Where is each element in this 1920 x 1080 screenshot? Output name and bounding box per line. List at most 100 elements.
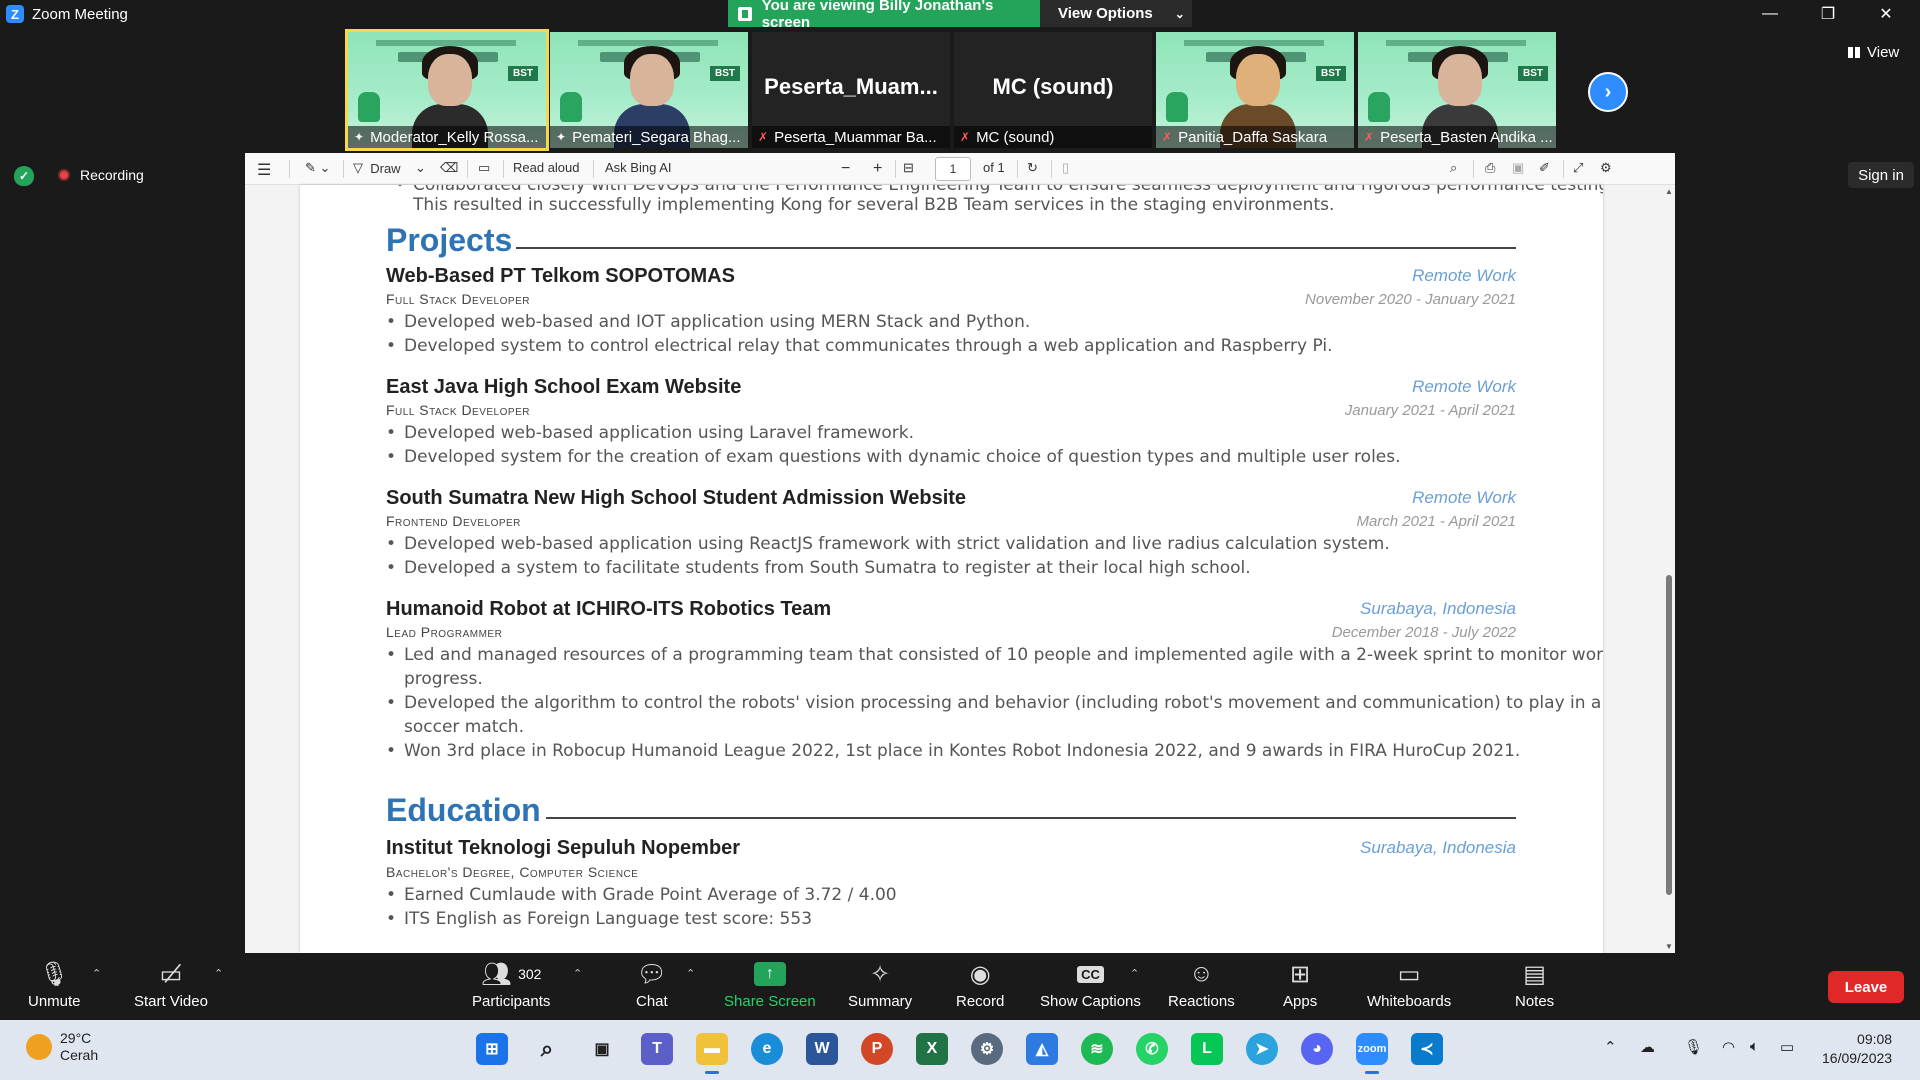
save-as-icon[interactable]: ✐: [1539, 160, 1550, 176]
battery-icon[interactable]: ▭: [1780, 1038, 1794, 1056]
education-bullet: ITS English as Foreign Language test sco…: [386, 909, 812, 929]
save-icon[interactable]: ▣: [1512, 160, 1524, 176]
rotate-icon[interactable]: ↻: [1027, 160, 1038, 176]
sign-in-button[interactable]: Sign in: [1848, 162, 1914, 188]
apps-button[interactable]: ⊞ Apps: [1283, 959, 1317, 1011]
pdf-scrollbar[interactable]: ▲ ▼: [1663, 185, 1675, 953]
fit-width-icon[interactable]: ⊟: [903, 160, 914, 176]
wifi-icon[interactable]: ◠: [1722, 1038, 1735, 1056]
settings-gear-icon[interactable]: ⚙: [1600, 160, 1612, 176]
tray-overflow-icon[interactable]: ⌃: [1604, 1038, 1617, 1056]
task-view-icon[interactable]: ▣: [586, 1033, 618, 1065]
draw-button[interactable]: ▽ Draw ⌄: [353, 160, 426, 176]
search-icon[interactable]: ⌕: [1450, 160, 1457, 176]
project-location: Remote Work: [1412, 377, 1516, 396]
fullscreen-icon[interactable]: ⤢: [1573, 160, 1583, 176]
unmute-button[interactable]: 🎙︎ Unmute: [28, 959, 81, 1011]
video-gallery: BST ✦ Moderator_Kelly Rossa... BST ✦ Pemat…: [345, 29, 1556, 151]
whiteboard-icon: ▭: [1397, 960, 1421, 988]
excel-icon[interactable]: X: [916, 1033, 948, 1065]
participant-tile[interactable]: BST ✦ Pemateri_Segara Bhag...: [550, 32, 748, 148]
powerpoint-icon[interactable]: P: [861, 1033, 893, 1065]
participant-tile[interactable]: MC (sound) ✗ MC (sound): [954, 32, 1152, 148]
encryption-shield-icon[interactable]: ✓: [14, 166, 34, 186]
scrollbar-thumb[interactable]: [1666, 575, 1672, 895]
volume-icon[interactable]: 🔈︎: [1750, 1038, 1759, 1055]
microphone-icon[interactable]: 🎙︎: [1684, 1038, 1703, 1056]
record-button[interactable]: ◉ Record: [956, 959, 1004, 1011]
ask-bing-button[interactable]: Ask Bing AI: [605, 160, 671, 175]
system-clock[interactable]: 09:08 16/09/2023: [1822, 1030, 1892, 1068]
read-aloud-button[interactable]: Read aloud: [513, 160, 580, 175]
spotify-icon[interactable]: ≋: [1081, 1033, 1113, 1065]
scroll-down-icon[interactable]: ▼: [1665, 942, 1673, 951]
project-dates: December 2018 - July 2022: [1331, 624, 1516, 641]
share-screen-button[interactable]: ↑ Share Screen: [724, 959, 816, 1010]
participant-name: Peserta_Muammar Ba...: [774, 128, 937, 146]
participant-name: Pemateri_Segara Bhag...: [572, 128, 741, 146]
telegram-icon[interactable]: ➤: [1246, 1033, 1278, 1065]
participants-button[interactable]: 👥︎ 302 Participants: [472, 959, 550, 1011]
search-icon[interactable]: ⌕: [531, 1033, 563, 1065]
whatsapp-icon[interactable]: ✆: [1136, 1033, 1168, 1065]
close-button[interactable]: ✕: [1858, 0, 1914, 28]
vscode-icon[interactable]: ≺: [1411, 1033, 1443, 1065]
video-options-caret[interactable]: ⌃: [214, 967, 223, 980]
contents-icon[interactable]: ☰: [257, 160, 271, 180]
participant-tile[interactable]: BST ✗ Panitia_Daffa Saskara: [1156, 32, 1354, 148]
project-title: South Sumatra New High School Student Ad…: [386, 487, 967, 509]
page-view-icon[interactable]: ▯: [1062, 160, 1069, 176]
highlight-icon[interactable]: ✎ ⌄: [305, 160, 330, 176]
line-icon[interactable]: L: [1191, 1033, 1223, 1065]
captions-icon: CC: [1077, 965, 1104, 983]
zoom-out-icon[interactable]: −: [841, 160, 850, 178]
view-label: View: [1867, 44, 1900, 61]
restore-button[interactable]: ❐: [1800, 0, 1856, 28]
view-options-button[interactable]: View Options ⌄: [1040, 0, 1192, 27]
scroll-up-icon[interactable]: ▲: [1665, 187, 1673, 196]
reactions-button[interactable]: ☺ Reactions: [1168, 959, 1235, 1010]
participant-tile[interactable]: BST ✦ Moderator_Kelly Rossa...: [345, 29, 549, 151]
participants-caret[interactable]: ⌃: [573, 967, 582, 980]
page-number-input[interactable]: 1: [935, 157, 971, 181]
edge-icon[interactable]: e: [751, 1033, 783, 1065]
windows-start-icon[interactable]: ⊞: [476, 1033, 508, 1065]
intro-line: Collaborated closely with DevOps and the…: [395, 185, 1603, 195]
participant-name: MC (sound): [976, 128, 1055, 146]
settings-gear-icon[interactable]: ⚙: [971, 1033, 1003, 1065]
audio-options-caret[interactable]: ⌃: [92, 967, 101, 980]
stats-app-icon[interactable]: ◭: [1026, 1033, 1058, 1065]
next-page-arrow-icon[interactable]: ›: [1588, 72, 1628, 112]
show-captions-button[interactable]: CC Show Captions: [1040, 959, 1141, 1010]
zoom-app-icon[interactable]: zoom: [1356, 1033, 1388, 1074]
erase-icon[interactable]: ⌫: [440, 160, 458, 176]
participant-tile[interactable]: BST ✗ Peserta_Basten Andika ...: [1358, 32, 1556, 148]
notes-button[interactable]: ▤ Notes: [1515, 959, 1554, 1011]
print-icon[interactable]: ⎙: [1485, 160, 1495, 176]
teams-icon[interactable]: T: [641, 1033, 673, 1065]
project-bullet-cont: progress.: [404, 669, 483, 689]
whiteboards-button[interactable]: ▭ Whiteboards: [1367, 959, 1451, 1011]
summary-icon: ✧: [870, 960, 891, 988]
zoom-in-icon[interactable]: +: [873, 160, 882, 178]
view-button[interactable]: View: [1848, 44, 1899, 61]
word-icon[interactable]: W: [806, 1033, 838, 1065]
weather-condition: Cerah: [60, 1047, 99, 1063]
captions-caret[interactable]: ⌃: [1130, 967, 1139, 980]
minimize-button[interactable]: —: [1742, 0, 1798, 28]
project-location: Surabaya, Indonesia: [1360, 599, 1516, 618]
participant-tile[interactable]: Peserta_Muam... ✗ Peserta_Muammar Ba...: [752, 32, 950, 148]
leave-button[interactable]: Leave: [1828, 971, 1904, 1003]
chat-caret[interactable]: ⌃: [686, 967, 695, 980]
onedrive-icon[interactable]: ☁: [1640, 1038, 1655, 1056]
text-icon[interactable]: ▭: [478, 160, 490, 176]
start-video-button[interactable]: ▭̸ Start Video: [134, 959, 208, 1011]
summary-button[interactable]: ✧ Summary: [848, 959, 912, 1011]
chat-button[interactable]: 💬︎ Chat: [636, 959, 668, 1011]
participant-name: Peserta_Basten Andika ...: [1380, 128, 1553, 146]
file-explorer-icon[interactable]: ▬: [696, 1033, 728, 1074]
clock-date: 16/09/2023: [1822, 1050, 1893, 1066]
discord-icon[interactable]: ◕: [1301, 1033, 1333, 1065]
weather-widget[interactable]: 29°C Cerah: [26, 1030, 98, 1064]
recording-indicator[interactable]: Recording: [58, 167, 144, 183]
